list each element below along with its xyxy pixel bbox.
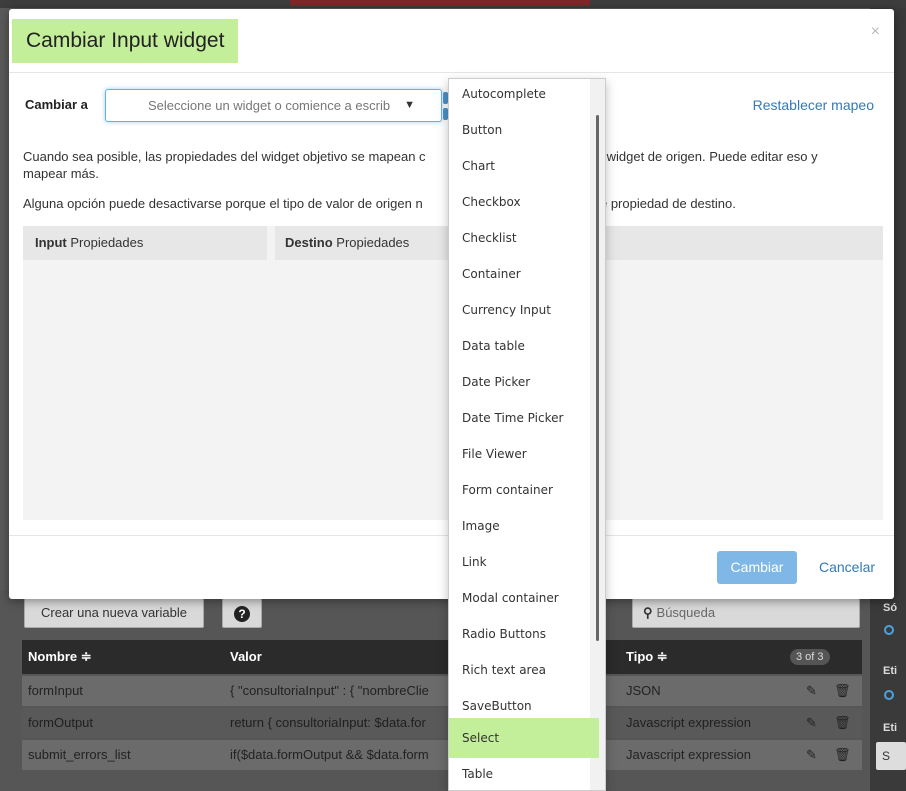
modal-header: Cambiar Input widget × bbox=[9, 9, 894, 73]
dropdown-option[interactable]: Modal container bbox=[449, 580, 599, 616]
sidebar-label: Eti bbox=[883, 665, 898, 677]
count-badge: 3 of 3 bbox=[790, 649, 830, 665]
trash-icon[interactable]: 🗑 bbox=[834, 708, 850, 738]
table-header: Nombre ≑ Valor Tipo ≑ 3 of 3 bbox=[22, 640, 862, 674]
change-button[interactable]: Cambiar bbox=[717, 551, 797, 584]
trash-icon[interactable]: 🗑 bbox=[834, 740, 850, 770]
close-icon[interactable]: × bbox=[871, 23, 880, 41]
cancel-button[interactable]: Cancelar bbox=[819, 559, 875, 575]
dropdown-option[interactable]: Date Picker bbox=[449, 364, 599, 400]
dropdown-option[interactable]: Rich text area bbox=[449, 652, 599, 688]
properties-divider bbox=[267, 226, 275, 260]
dropdown-option[interactable]: Form container bbox=[449, 472, 599, 508]
dropdown-option[interactable]: Checklist bbox=[449, 220, 599, 256]
source-properties-header: Input Propiedades bbox=[35, 226, 143, 260]
dropdown-option[interactable]: Button bbox=[449, 112, 599, 148]
sidebar-radio[interactable] bbox=[884, 625, 894, 635]
dropdown-option[interactable]: Date Time Picker bbox=[449, 400, 599, 436]
background-topbar bbox=[0, 0, 906, 8]
table-row[interactable]: formInput { "consultoriaInput" : { "nomb… bbox=[22, 676, 862, 706]
sidebar-input[interactable]: S bbox=[876, 742, 906, 770]
table-row[interactable]: formOutput return { consultoriaInput: $d… bbox=[22, 708, 862, 738]
dropdown-option[interactable]: File Viewer bbox=[449, 436, 599, 472]
dropdown-option[interactable]: Table bbox=[449, 756, 599, 790]
variable-type: Javascript expression bbox=[626, 747, 751, 762]
widget-type-select[interactable]: Seleccione un widget o comience a escrib… bbox=[105, 89, 442, 122]
column-name-header[interactable]: Nombre ≑ bbox=[28, 640, 218, 674]
variable-type: JSON bbox=[626, 683, 661, 698]
dropdown-option-selected[interactable]: Select bbox=[449, 718, 599, 758]
variable-type: Javascript expression bbox=[626, 715, 751, 730]
dropdown-option[interactable]: Checkbox bbox=[449, 184, 599, 220]
sidebar-label: Só bbox=[883, 602, 898, 614]
search-icon: ⚲ bbox=[643, 605, 653, 620]
dropdown-option[interactable]: Autocomplete bbox=[449, 79, 599, 112]
column-type-header[interactable]: Tipo ≑ bbox=[626, 640, 796, 674]
modal-title: Cambiar Input widget bbox=[12, 19, 239, 63]
select-placeholder: Seleccione un widget o comience a escrib bbox=[148, 98, 391, 113]
table-row[interactable]: submit_errors_list if($data.formOutput &… bbox=[22, 740, 862, 770]
description-line-1-end: s del widget de origen. Puede editar eso… bbox=[575, 149, 818, 164]
pencil-icon[interactable]: ✎ bbox=[806, 676, 822, 706]
pencil-icon[interactable]: ✎ bbox=[806, 740, 822, 770]
dropdown-option[interactable]: Image bbox=[449, 508, 599, 544]
widget-type-dropdown[interactable]: Autocomplete Button Chart Checkbox Check… bbox=[448, 78, 606, 791]
variable-search-input[interactable]: ⚲ Búsqueda bbox=[632, 598, 860, 628]
reset-mapping-link[interactable]: Restablecer mapeo bbox=[753, 97, 874, 113]
dropdown-option[interactable]: Container bbox=[449, 256, 599, 292]
caret-down-icon: ▼ bbox=[404, 99, 415, 111]
source-properties-label: Propiedades bbox=[66, 235, 144, 250]
sidebar-label: Eti bbox=[883, 722, 898, 734]
dropdown-option[interactable]: Data table bbox=[449, 328, 599, 364]
dropdown-option[interactable]: Chart bbox=[449, 148, 599, 184]
variable-name: submit_errors_list bbox=[28, 747, 131, 762]
description-line-2: mapear más. bbox=[23, 166, 99, 181]
help-icon: ? bbox=[234, 605, 250, 622]
dropdown-option[interactable]: Radio Buttons bbox=[449, 616, 599, 652]
create-variable-button[interactable]: Crear una nueva variable bbox=[24, 598, 204, 628]
change-to-label: Cambiar a bbox=[25, 97, 88, 112]
search-placeholder: Búsqueda bbox=[656, 605, 716, 620]
target-widget-label: Destino bbox=[285, 235, 333, 250]
dropdown-option[interactable]: Link bbox=[449, 544, 599, 580]
trash-icon[interactable]: 🗑 bbox=[834, 676, 850, 706]
variable-name: formOutput bbox=[28, 715, 94, 730]
pencil-icon[interactable]: ✎ bbox=[806, 708, 822, 738]
variable-name: formInput bbox=[28, 683, 83, 698]
sidebar-radio[interactable] bbox=[884, 690, 894, 700]
background-topbar-accent bbox=[290, 0, 590, 6]
description-note-start: Alguna opción puede desactivarse porque … bbox=[23, 196, 423, 211]
target-properties-header: Destino Propiedades bbox=[285, 226, 409, 260]
dropdown-option[interactable]: Currency Input bbox=[449, 292, 599, 328]
target-properties-label: Propiedades bbox=[332, 235, 410, 250]
source-widget-label: Input bbox=[35, 235, 67, 250]
help-button[interactable]: ? bbox=[222, 598, 262, 628]
description-line-1-start: Cuando sea posible, las propiedades del … bbox=[23, 149, 426, 164]
